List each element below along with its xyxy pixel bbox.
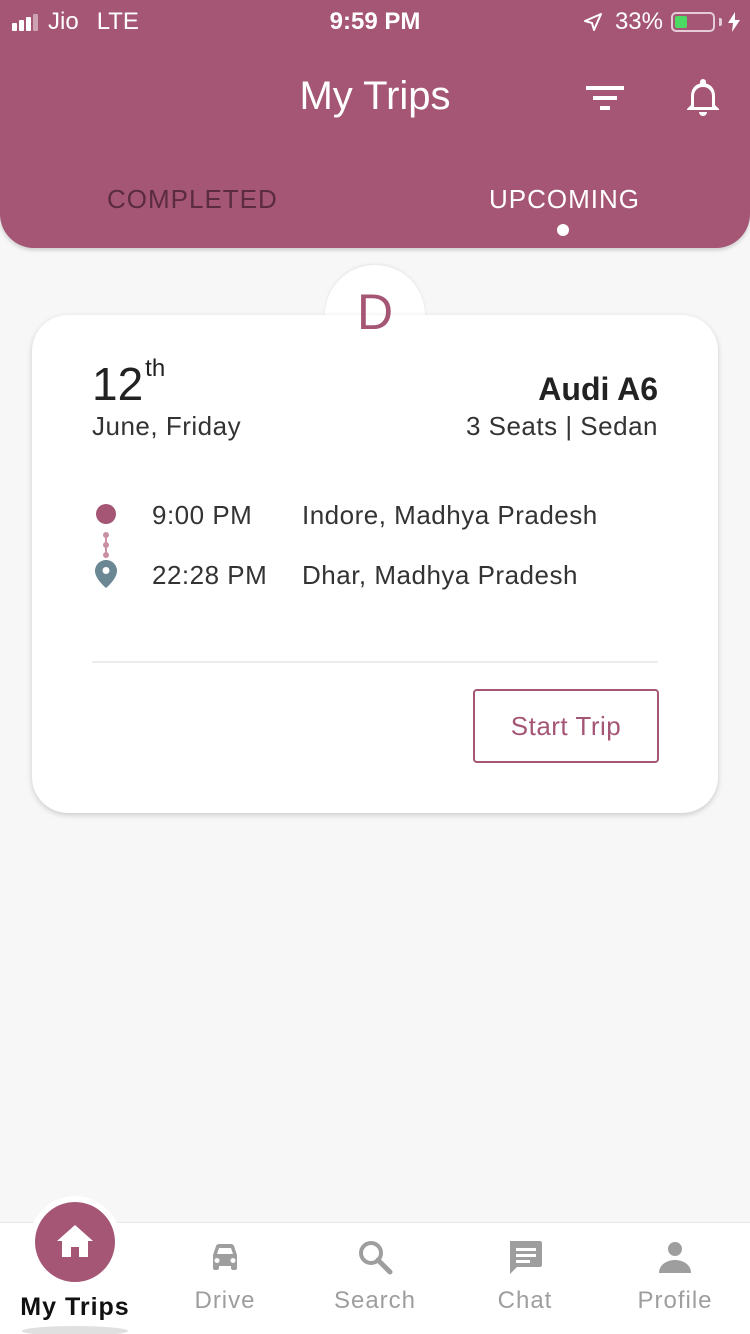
nav-label-search: Search — [333, 1287, 417, 1314]
chat-icon — [510, 1241, 542, 1274]
tab-completed[interactable]: COMPLETED — [107, 184, 278, 215]
start-trip-button[interactable]: Start Trip — [473, 689, 659, 763]
trip-card[interactable]: 12th June, Friday Audi A6 3 Seats | Seda… — [32, 315, 718, 813]
trip-day: 12th — [92, 355, 166, 411]
driver-badge-letter: D — [356, 284, 394, 340]
battery-fill — [675, 16, 687, 28]
pickup-time: 9:00 PM — [152, 500, 253, 530]
nav-label-my-trips: My Trips — [20, 1293, 130, 1321]
pickup-place: Indore, Madhya Pradesh — [302, 500, 598, 530]
page-title: My Trips — [299, 74, 451, 118]
nav-chat[interactable]: Chat — [450, 1223, 600, 1334]
card-divider — [92, 661, 658, 663]
route-dots-icon — [103, 532, 109, 558]
nav-home-shadow — [22, 1326, 128, 1334]
pickup-dot-icon — [96, 504, 116, 524]
nav-search[interactable]: Search — [300, 1223, 450, 1334]
nav-label-profile: Profile — [637, 1287, 713, 1314]
active-tab-indicator — [557, 224, 569, 236]
car-details: 3 Seats | Sedan — [465, 411, 658, 441]
car-icon — [213, 1244, 237, 1270]
status-right: 33% — [583, 8, 740, 36]
trip-day-suffix: th — [145, 355, 166, 382]
trip-month-weekday: June, Friday — [92, 411, 242, 441]
dropoff-place: Dhar, Madhya Pradesh — [302, 560, 578, 590]
tab-upcoming[interactable]: UPCOMING — [489, 184, 640, 215]
home-fab[interactable] — [35, 1202, 115, 1282]
battery-percent: 33% — [614, 8, 663, 35]
nav-profile[interactable]: Profile — [600, 1223, 750, 1334]
map-pin-icon — [95, 560, 117, 588]
nav-label-drive: Drive — [194, 1287, 256, 1314]
search-icon — [359, 1241, 393, 1275]
trip-day-number: 12 — [92, 358, 144, 410]
battery-cap — [719, 18, 722, 26]
notifications-button[interactable] — [680, 74, 726, 120]
battery-icon — [671, 12, 715, 32]
header-bar: Jio LTE 9:59 PM 33% My Trips COMPLETED U… — [0, 0, 750, 248]
filter-icon — [586, 86, 624, 110]
filter-button[interactable] — [584, 78, 628, 118]
bell-icon — [687, 79, 719, 116]
location-arrow-icon — [583, 13, 602, 31]
home-icon — [57, 1225, 93, 1257]
status-bar: Jio LTE 9:59 PM 33% — [0, 0, 750, 40]
car-name: Audi A6 — [538, 371, 658, 407]
nav-label-chat: Chat — [497, 1287, 553, 1314]
nav-drive[interactable]: Drive — [150, 1223, 300, 1334]
person-icon — [659, 1242, 691, 1273]
charging-bolt-icon — [728, 12, 740, 32]
dropoff-time: 22:28 PM — [152, 560, 268, 590]
